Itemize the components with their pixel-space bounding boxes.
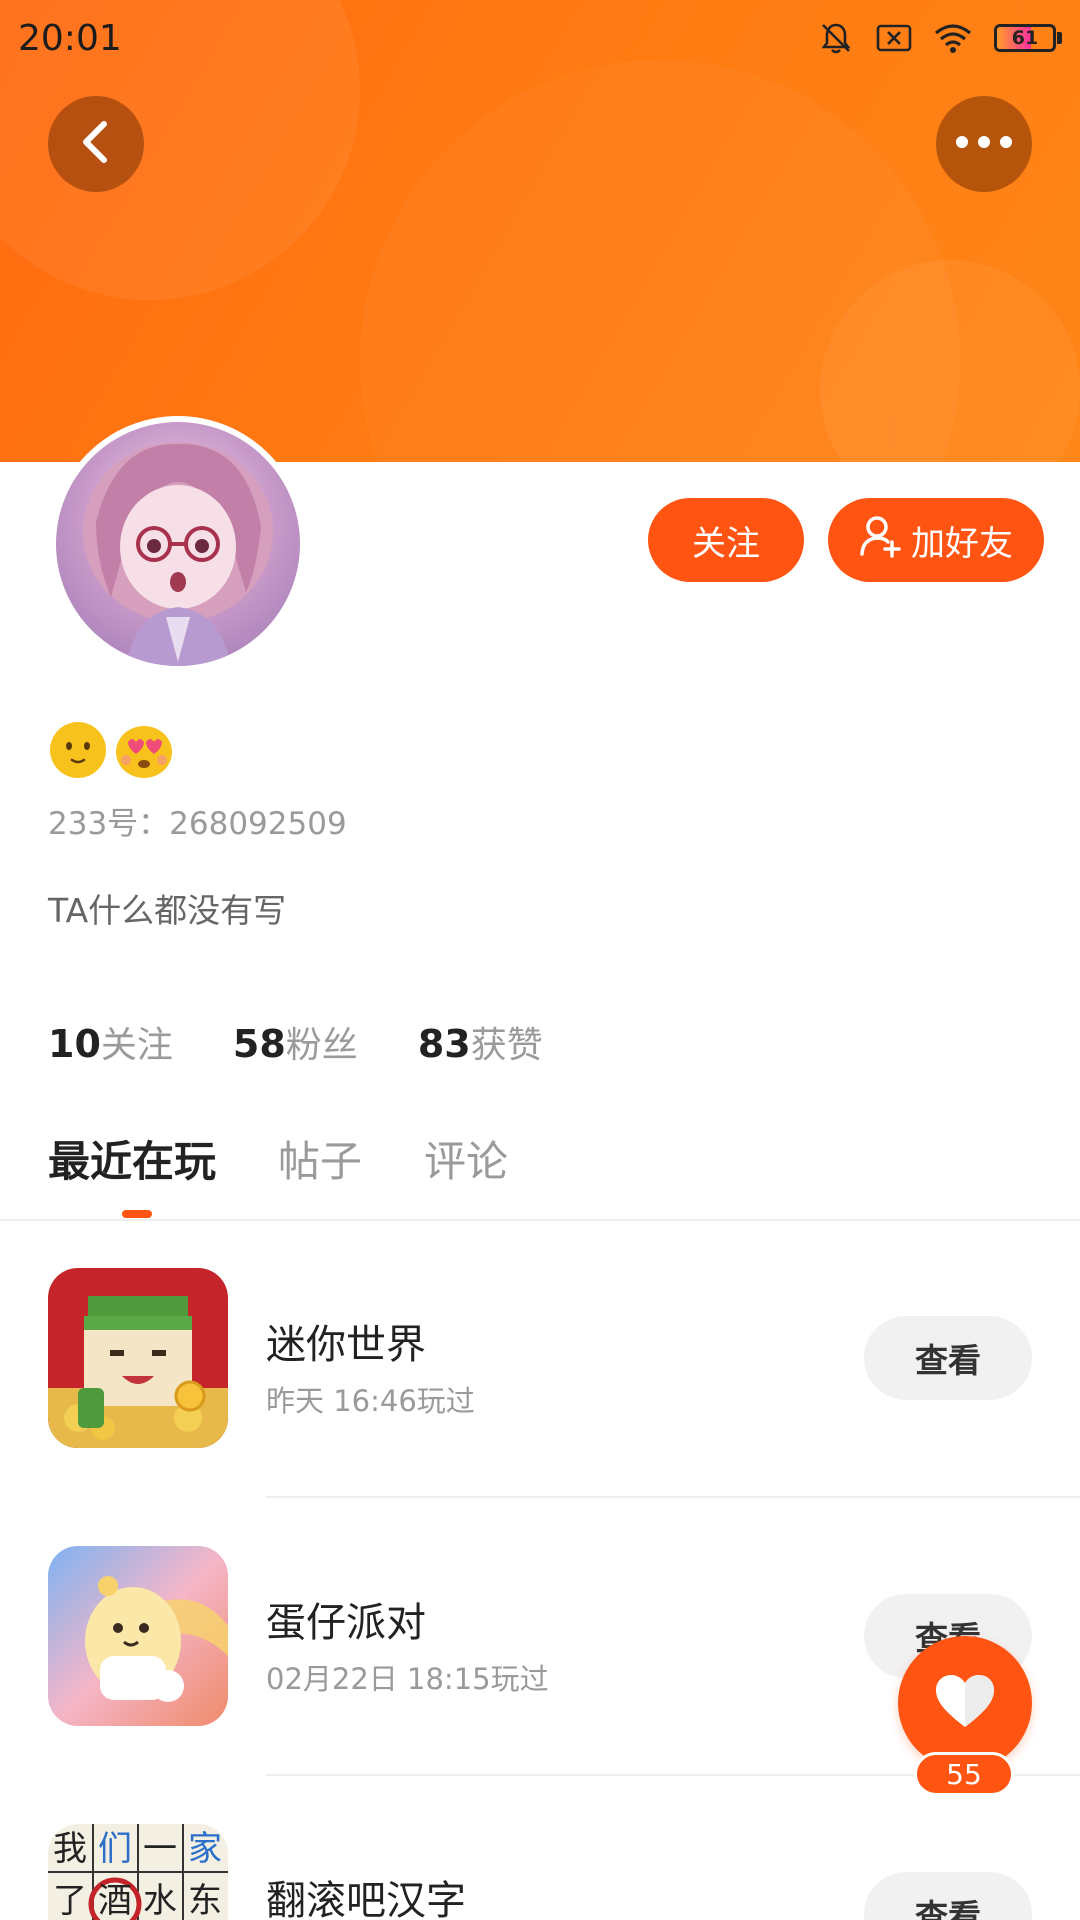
profile-page: 20:01 61 关注 加好友 233号：268092509 TA什么都没有写 … <box>0 0 1080 1920</box>
stat-label: 粉丝 <box>285 1025 358 1066</box>
game-list-item[interactable]: 迷你世界 昨天 16:46玩过 查看 <box>0 1268 1080 1448</box>
word-tile: 们 <box>98 1829 132 1869</box>
word-tile: 一 <box>143 1829 177 1869</box>
word-tile: 酒 <box>98 1881 132 1920</box>
game-last-played: 昨天 16:46玩过 <box>266 1384 475 1418</box>
stat-value: 83 <box>417 1022 471 1066</box>
stat-label: 关注 <box>100 1025 173 1066</box>
status-time: 20:01 <box>18 17 122 59</box>
stat-value: 58 <box>232 1022 286 1066</box>
row-divider <box>266 1496 1080 1498</box>
add-user-icon <box>859 514 903 567</box>
slight-smile-emoji <box>48 720 108 784</box>
view-game-button[interactable]: 查看 <box>864 1872 1032 1920</box>
status-icons: 61 <box>818 20 1062 56</box>
game-name: 蛋仔派对 <box>266 1600 426 1646</box>
tab-indicator <box>122 1210 152 1218</box>
word-tile: 我 <box>53 1829 87 1869</box>
stat-following[interactable]: 10 关注 <box>48 1016 173 1068</box>
game-icon-word-game: 我 们 一 家 了 酒 水 东 <box>48 1824 228 1920</box>
user-name <box>48 720 174 784</box>
mute-icon <box>818 20 854 56</box>
no-sim-icon <box>876 23 912 53</box>
tab-recently-played[interactable]: 最近在玩 <box>48 1128 216 1199</box>
word-tile: 家 <box>188 1829 222 1869</box>
user-id: 233号：268092509 <box>48 806 347 842</box>
more-horizontal-icon <box>954 134 1014 154</box>
word-tile: 东 <box>188 1881 222 1920</box>
game-name: 迷你世界 <box>266 1322 426 1368</box>
tab-comments[interactable]: 评论 <box>424 1128 508 1199</box>
stat-followers[interactable]: 58 粉丝 <box>233 1016 358 1068</box>
stat-likes[interactable]: 83 获赞 <box>418 1016 543 1068</box>
stat-label: 获赞 <box>470 1025 543 1066</box>
word-tile: 了 <box>53 1881 87 1920</box>
back-button[interactable] <box>48 96 144 192</box>
word-tile: 水 <box>143 1881 177 1920</box>
tab-posts[interactable]: 帖子 <box>278 1128 362 1199</box>
profile-tabs: 最近在玩 帖子 评论 <box>48 1128 508 1199</box>
avatar[interactable] <box>50 416 306 672</box>
game-icon-mini-world <box>48 1268 228 1448</box>
game-icon-eggy-party <box>48 1546 228 1726</box>
view-game-button[interactable]: 查看 <box>864 1316 1032 1400</box>
wifi-icon <box>934 23 972 53</box>
like-count: 55 <box>914 1752 1014 1796</box>
game-name: 翻滚吧汉字 <box>266 1878 466 1920</box>
more-button[interactable] <box>936 96 1032 192</box>
battery-level: 61 <box>1011 27 1039 49</box>
heart-eyes-emoji <box>114 720 174 784</box>
anime-avatar-image <box>83 442 273 666</box>
heart-icon <box>934 1673 996 1733</box>
like-button[interactable] <box>898 1636 1032 1770</box>
add-friend-button[interactable]: 加好友 <box>828 498 1044 582</box>
game-last-played: 02月22日 18:15玩过 <box>266 1662 549 1696</box>
battery-icon: 61 <box>994 24 1062 52</box>
stat-value: 10 <box>48 1022 101 1066</box>
profile-stats: 10 关注 58 粉丝 83 获赞 <box>48 1016 543 1068</box>
follow-button[interactable]: 关注 <box>648 498 804 582</box>
chevron-left-icon <box>76 118 116 170</box>
status-bar: 20:01 61 <box>0 0 1080 76</box>
follow-button-label: 关注 <box>692 523 760 564</box>
user-bio: TA什么都没有写 <box>48 891 287 930</box>
tab-divider <box>0 1219 1080 1221</box>
game-list-item[interactable]: 我 们 一 家 了 酒 水 东 翻滚吧汉字 查看 <box>0 1824 1080 1920</box>
add-friend-label: 加好友 <box>911 523 1013 564</box>
